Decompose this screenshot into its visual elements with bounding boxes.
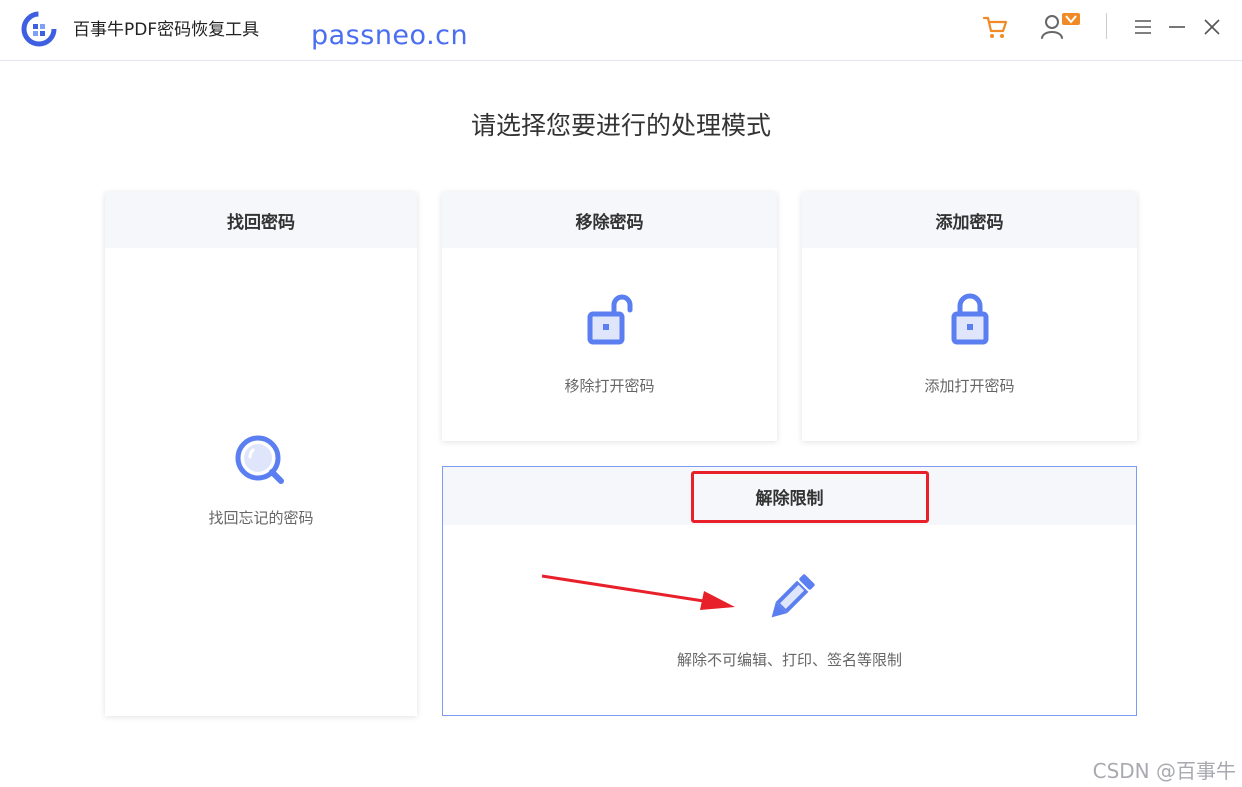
csdn-watermark: CSDN @百事牛 [1092,759,1236,783]
card-description: 找回忘记的密码 [208,509,314,527]
locked-padlock-icon [951,293,988,345]
card-description: 解除不可编辑、打印、签名等限制 [676,651,902,669]
menu-icon[interactable] [1128,12,1158,42]
user-vip-icon[interactable] [1040,12,1084,42]
close-icon[interactable] [1197,12,1227,42]
magnifier-icon [235,435,284,484]
app-logo-icon [21,11,57,47]
add-password-card[interactable]: 添加密码 添加打开密码 [802,192,1137,441]
cart-icon[interactable] [980,12,1010,42]
highlight-box [691,471,929,523]
title-bar: 百事牛PDF密码恢复工具 passneo.cn [0,0,1242,61]
card-description: 添加打开密码 [924,377,1015,395]
card-description: 移除打开密码 [564,377,655,395]
find-password-card[interactable]: 找回密码 找回忘记的密码 [105,192,417,716]
unlocked-padlock-icon [587,294,632,345]
pencil-icon [771,574,815,618]
app-title: 百事牛PDF密码恢复工具 [73,20,260,40]
page-title: 请选择您要进行的处理模式 [470,111,771,140]
card-title: 添加密码 [802,192,1137,248]
card-title: 找回密码 [105,192,417,248]
card-title: 移除密码 [442,192,777,248]
toolbar-separator [1106,13,1107,39]
minimize-icon[interactable] [1162,12,1192,42]
remove-password-card[interactable]: 移除密码 移除打开密码 [442,192,777,441]
domain-watermark: passneo.cn [311,20,469,51]
red-arrow-annotation [541,574,735,610]
